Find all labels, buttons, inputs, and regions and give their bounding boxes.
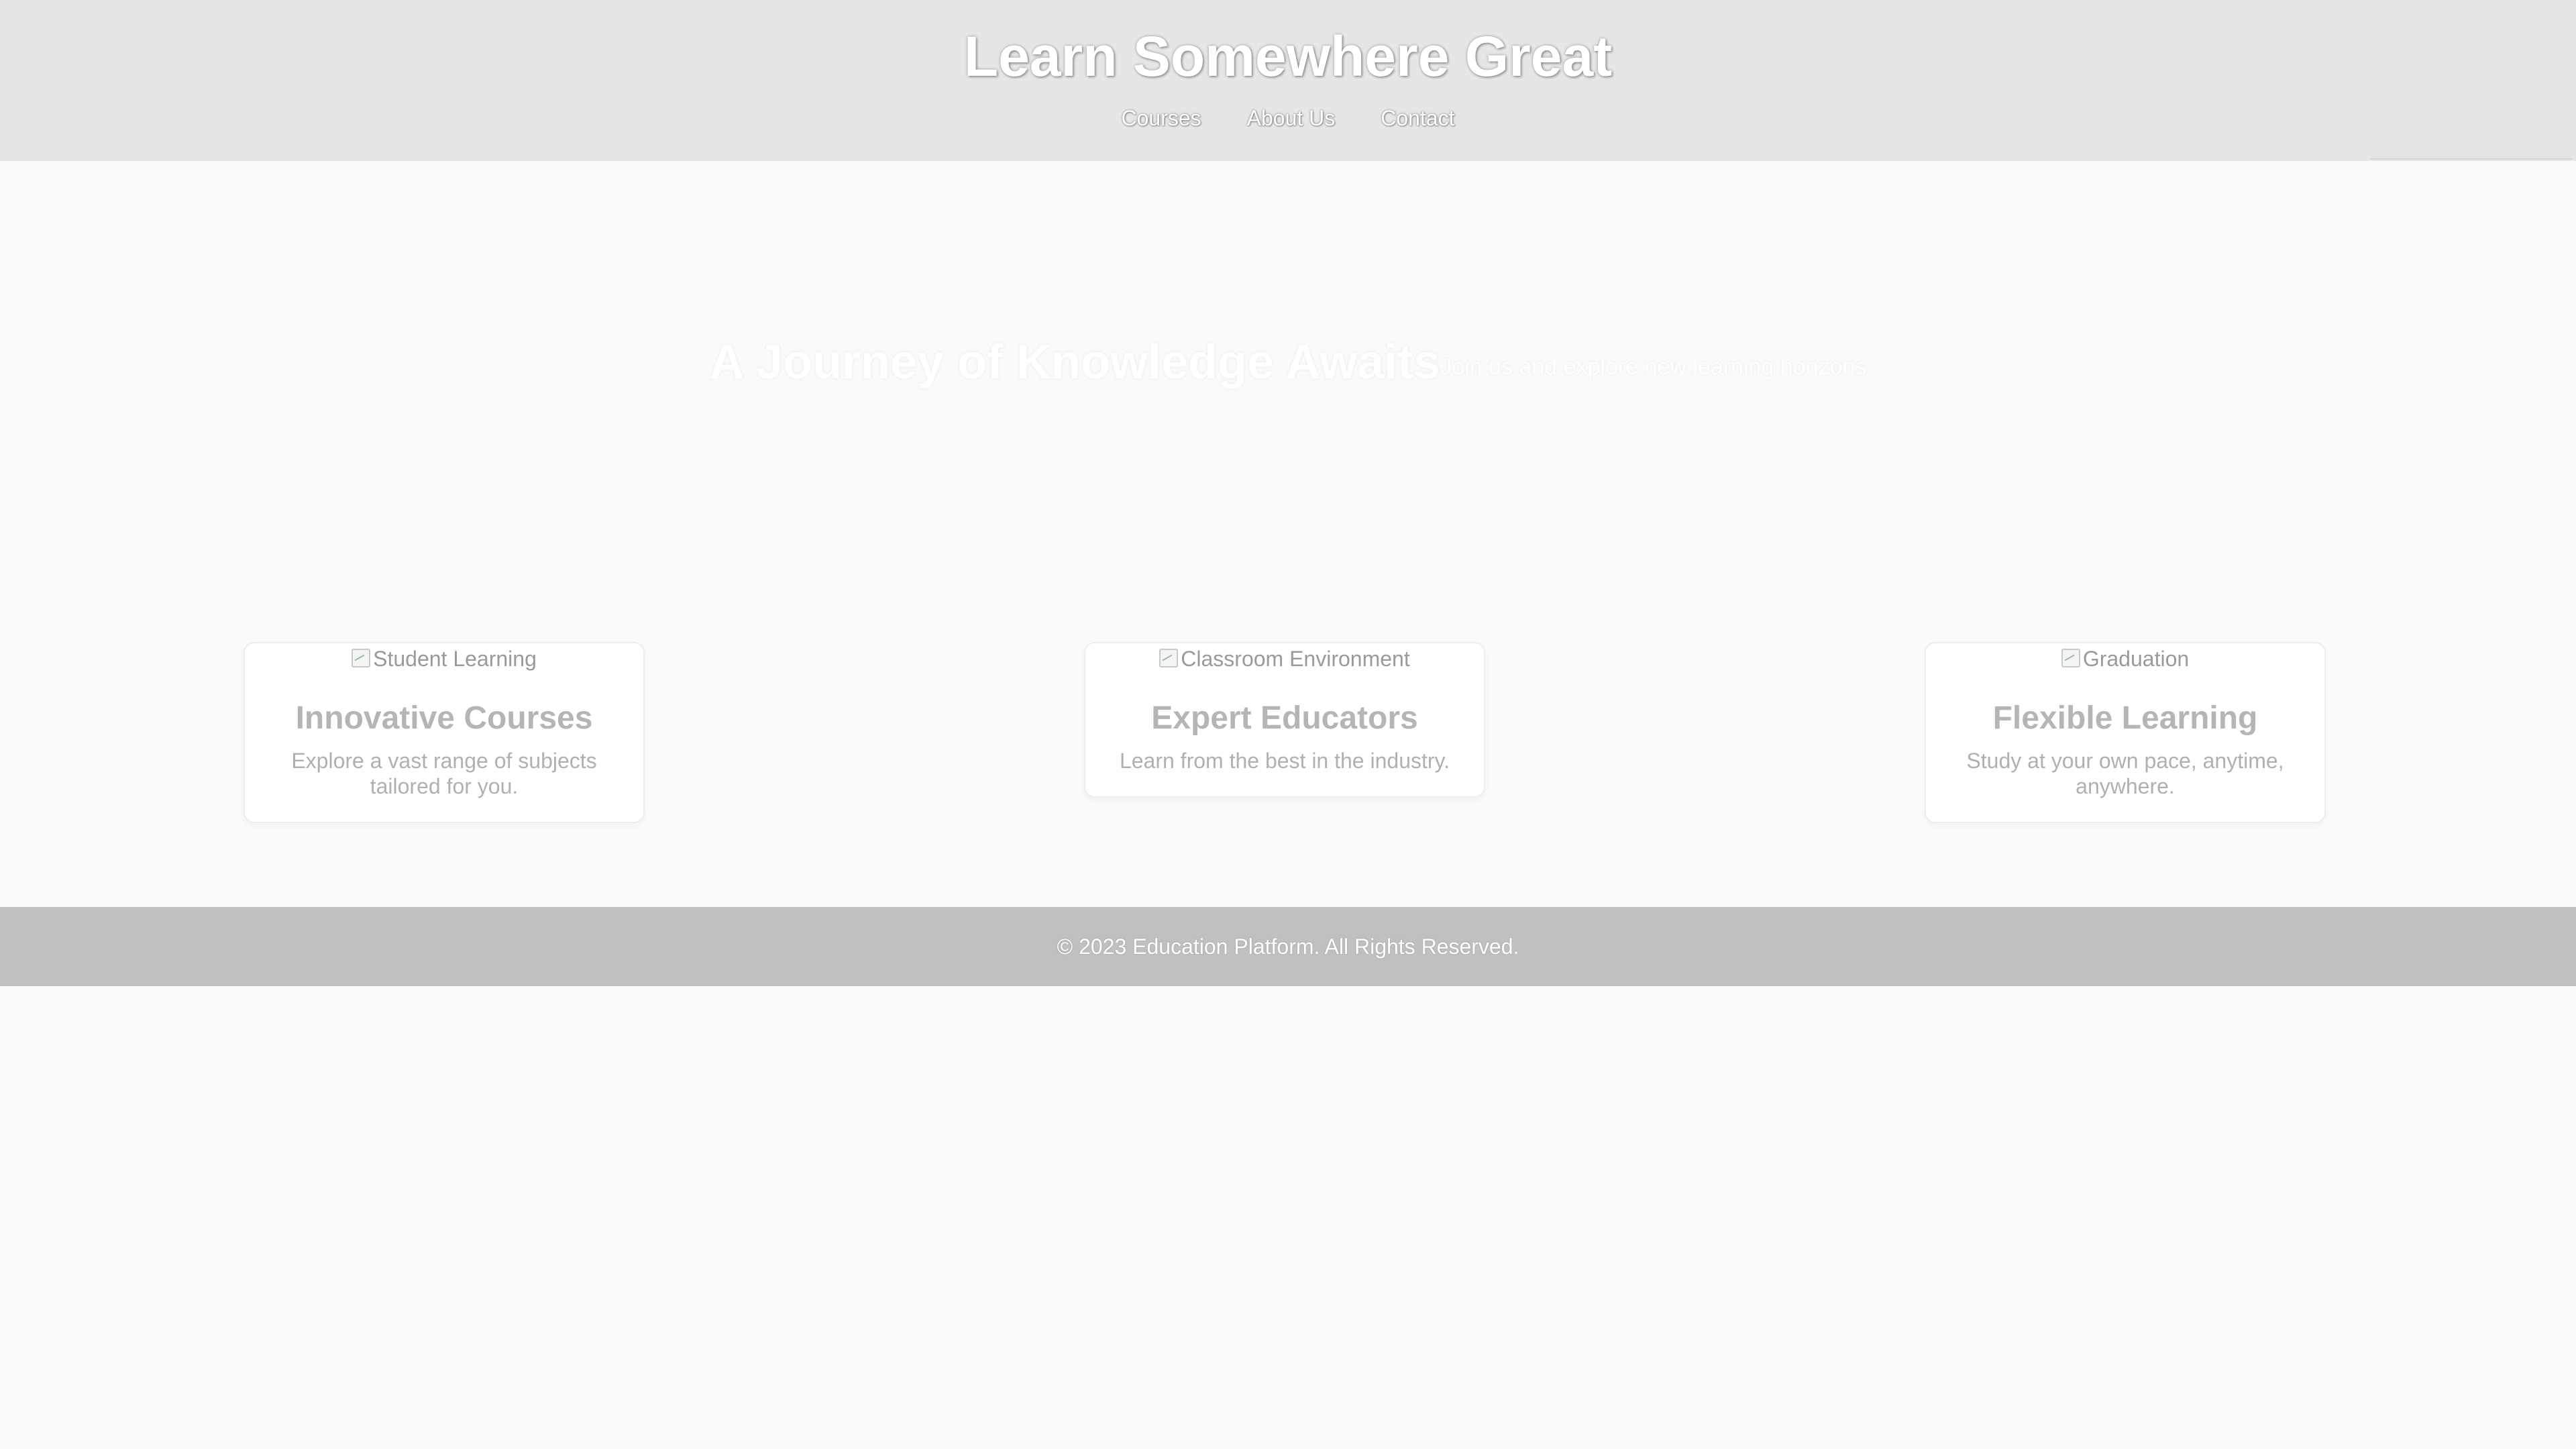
main-nav: Courses About Us Contact xyxy=(0,106,2576,131)
card-image: Student Learning xyxy=(245,643,643,674)
card-image-alt: Classroom Environment xyxy=(1181,647,1410,671)
card-title: Innovative Courses xyxy=(295,700,593,736)
feature-card-expert-educators: Classroom Environment Expert Educators L… xyxy=(1084,642,1485,798)
hero-section: A Journey of Knowledge Awaits Join us an… xyxy=(0,322,2576,402)
broken-image-icon xyxy=(1159,649,1179,667)
nav-link-courses[interactable]: Courses xyxy=(1121,106,1201,131)
broken-image-icon xyxy=(2061,649,2080,667)
card-description: Learn from the best in the industry. xyxy=(1119,749,1450,773)
card-image-alt: Graduation xyxy=(2082,647,2190,671)
site-header: Learn Somewhere Great Courses About Us C… xyxy=(0,0,2576,161)
card-title: Expert Educators xyxy=(1151,700,1418,736)
broken-image-icon xyxy=(352,649,371,667)
nav-link-about-us[interactable]: About Us xyxy=(1247,106,1336,131)
site-footer: © 2023 Education Platform. All Rights Re… xyxy=(0,907,2576,986)
feature-card-flexible-learning: Graduation Flexible Learning Study at yo… xyxy=(1925,642,2326,823)
card-title: Flexible Learning xyxy=(1992,700,2258,736)
hero-title: A Journey of Knowledge Awaits xyxy=(709,335,1441,389)
card-image: Graduation xyxy=(1926,643,2324,674)
feature-card-innovative-courses: Student Learning Innovative Courses Expl… xyxy=(244,642,645,823)
card-description: Explore a vast range of subjects tailore… xyxy=(291,749,597,798)
hero-subtitle: Join us and explore new learning horizon… xyxy=(1440,354,1867,380)
card-image: Classroom Environment xyxy=(1085,643,1484,674)
page: Learn Somewhere Great Courses About Us C… xyxy=(0,0,2576,1449)
site-title: Learn Somewhere Great xyxy=(963,25,1613,88)
card-description: Study at your own pace, anytime, anywher… xyxy=(1966,749,2284,798)
footer-copyright: © 2023 Education Platform. All Rights Re… xyxy=(1057,934,1519,959)
nav-link-contact[interactable]: Contact xyxy=(1381,106,1454,131)
card-image-alt: Student Learning xyxy=(373,647,537,671)
header-divider xyxy=(2371,158,2572,160)
